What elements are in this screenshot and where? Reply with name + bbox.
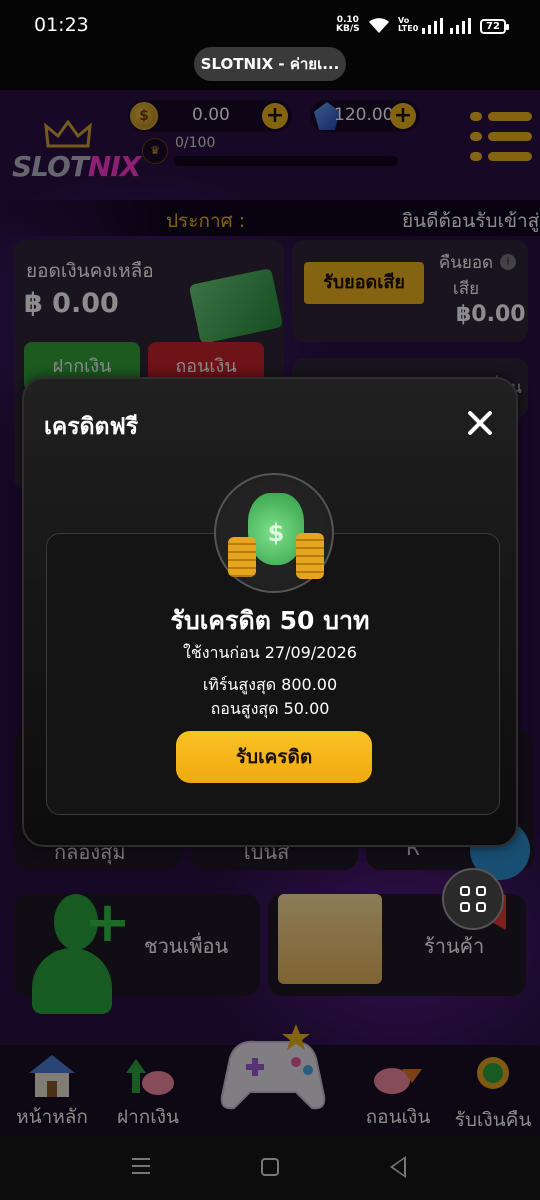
modal-title: เครดิตฟรี [44, 414, 139, 440]
reward-max-withdraw: ถอนสูงสุด 50.00 [210, 699, 330, 718]
network-speed: 0.10 KB/S [336, 15, 360, 34]
status-time: 01:23 [34, 14, 89, 36]
battery-icon: 72 [480, 19, 509, 34]
close-icon[interactable] [466, 409, 494, 437]
reward-max-turnover: เทิร์นสูงสุด 800.00 [202, 675, 338, 694]
browser-tab-title[interactable]: SLOTNIX - ค่ายเ... [194, 47, 346, 81]
grid-menu-button[interactable] [442, 868, 504, 930]
back-icon[interactable] [390, 1156, 406, 1178]
signal-icon-2 [450, 18, 471, 34]
system-nav-bar [0, 1136, 540, 1200]
reward-expiry: ใช้งานก่อน 27/09/2026 [183, 643, 357, 662]
signal-icon [422, 18, 443, 34]
volte-icon: Vo LTE0 [398, 16, 419, 33]
recent-apps-icon[interactable] [132, 1158, 150, 1176]
reward-title: รับเครดิต 50 บาท [170, 606, 370, 635]
money-bag-icon: $ [214, 473, 334, 593]
claim-credit-button[interactable]: รับเครดิต [176, 731, 372, 783]
home-icon[interactable] [261, 1158, 279, 1176]
free-credit-modal: เครดิตฟรี $ รับเครดิต 50 บาท ใช้งานก่อน … [22, 377, 518, 847]
wifi-icon [369, 18, 389, 33]
status-bar: 01:23 0.10 KB/S Vo LTE0 72 SLOTNIX - ค่า… [0, 0, 540, 90]
